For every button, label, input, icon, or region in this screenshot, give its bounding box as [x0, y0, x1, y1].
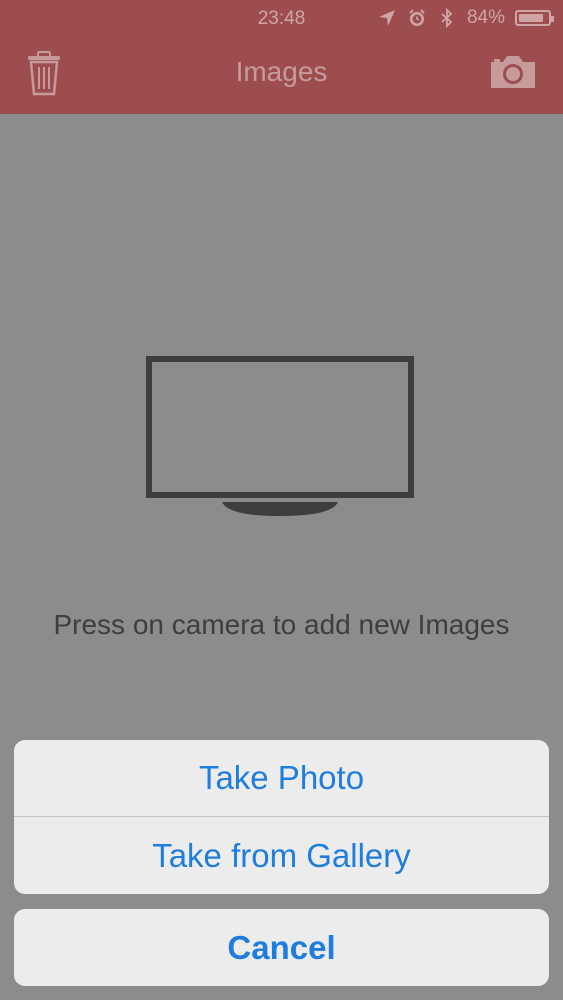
action-sheet-options: Take Photo Take from Gallery	[14, 740, 549, 894]
action-sheet-cancel-group: Cancel	[14, 909, 549, 986]
nav-bar: Images	[0, 38, 563, 114]
empty-state-message: Press on camera to add new Images	[53, 609, 510, 640]
alarm-clock-icon	[407, 8, 427, 28]
status-indicators: 84%	[377, 7, 554, 29]
page-title: Images	[235, 56, 328, 87]
battery-nub	[551, 16, 554, 22]
take-from-gallery-button[interactable]: Take from Gallery	[14, 817, 549, 894]
take-photo-button[interactable]: Take Photo	[14, 740, 549, 817]
status-bar: 23:48 84%	[0, 0, 563, 38]
battery-level	[519, 14, 543, 22]
battery-icon	[515, 10, 554, 26]
tv-monitor-icon	[146, 356, 414, 518]
header-bar: 23:48 84% Images	[0, 0, 563, 114]
app-screen: 23:48 84% Images Press on camera to add …	[0, 0, 563, 1000]
bluetooth-icon	[437, 7, 457, 29]
battery-percent: 84%	[466, 7, 505, 28]
camera-button[interactable]	[489, 54, 537, 90]
location-arrow-icon	[377, 8, 397, 28]
camera-icon	[491, 56, 535, 88]
cancel-button[interactable]: Cancel	[14, 909, 549, 986]
